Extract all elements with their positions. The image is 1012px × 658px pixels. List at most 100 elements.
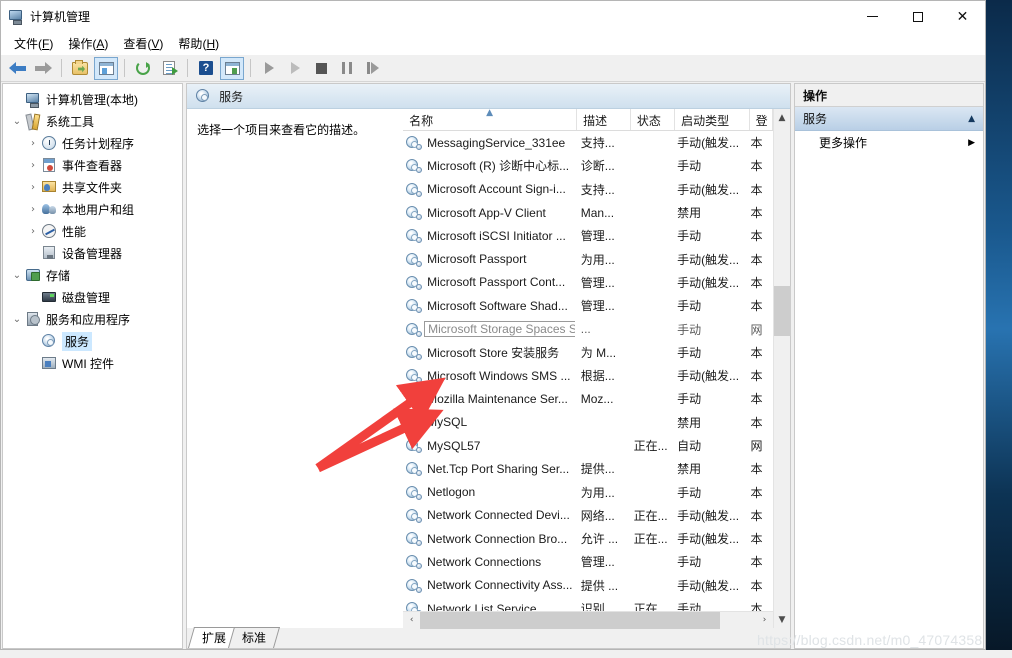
tree-item-8[interactable]: ⌄ 存储 — [3, 264, 182, 286]
refresh-button[interactable] — [131, 57, 155, 80]
chevron-right-icon[interactable]: › — [25, 204, 41, 215]
service-gear-icon — [406, 345, 423, 360]
table-row[interactable]: Network List Service 识别... 正在... 手动 本 — [403, 597, 773, 611]
up-folder-button[interactable] — [68, 57, 92, 80]
tree-item-3[interactable]: › 事件查看器 — [3, 154, 182, 176]
table-row[interactable]: Microsoft App-V Client Man... 禁用 本 — [403, 201, 773, 224]
menu-action[interactable]: 操作(A) — [62, 32, 117, 55]
scroll-right-arrow[interactable]: › — [756, 612, 773, 629]
chevron-down-icon[interactable]: ⌄ — [9, 314, 25, 325]
table-row[interactable]: Microsoft iSCSI Initiator ... 管理... 手动 本 — [403, 224, 773, 247]
export-list-button[interactable] — [157, 57, 181, 80]
tree-item-7[interactable]: 设备管理器 — [3, 242, 182, 264]
maximize-button[interactable] — [895, 1, 940, 32]
table-row[interactable]: Mozilla Maintenance Ser... Moz... 手动 本 — [403, 387, 773, 410]
stop-service-button[interactable] — [309, 57, 333, 80]
tree-item-0[interactable]: 计算机管理(本地) — [3, 88, 182, 110]
table-row[interactable]: Netlogon 为用... 手动 本 — [403, 480, 773, 503]
table-row[interactable]: Microsoft Account Sign-i... 支持... 手动(触发...… — [403, 178, 773, 201]
minimize-button[interactable] — [850, 1, 895, 32]
table-row[interactable]: Network Connection Bro... 允许 ... 正在... 手动(触… — [403, 527, 773, 550]
horizontal-scrollbar[interactable]: ‹ › — [403, 611, 773, 629]
table-row[interactable]: Microsoft Passport Cont... 管理... 手动(触发... 本 — [403, 271, 773, 294]
menu-file[interactable]: 文件(F) — [8, 32, 62, 55]
start-service-button[interactable] — [257, 57, 281, 80]
cell-startup-type: 手动(触发... — [677, 369, 740, 384]
chevron-down-icon[interactable]: ⌄ — [9, 116, 25, 127]
vertical-scroll-track[interactable] — [773, 126, 791, 611]
horizontal-scroll-thumb[interactable] — [420, 611, 721, 629]
show-hide-console-tree-button[interactable] — [94, 56, 118, 80]
table-row[interactable]: Network Connections 管理... 手动 本 — [403, 550, 773, 573]
actions-group-label: 服务 — [803, 112, 828, 126]
tree-item-9[interactable]: 磁盘管理 — [3, 286, 182, 308]
pause-service-button[interactable] — [335, 57, 359, 80]
forward-button[interactable] — [31, 57, 55, 80]
table-row[interactable]: Microsoft Windows SMS ... 根据... 手动(触发... 本 — [403, 364, 773, 387]
tree-item-2[interactable]: › 任务计划程序 — [3, 132, 182, 154]
cell-startup-type: 手动(触发... — [677, 252, 740, 267]
chevron-right-icon[interactable]: › — [25, 160, 41, 171]
actions-group-services[interactable]: 服务 ▲ — [795, 107, 983, 131]
back-button[interactable] — [5, 57, 29, 80]
table-row[interactable]: Network Connected Devi... 网络... 正在... 手动(触发… — [403, 504, 773, 527]
table-row[interactable]: Net.Tcp Port Sharing Ser... 提供... 禁用 本 — [403, 457, 773, 480]
chevron-right-icon[interactable]: › — [25, 226, 41, 237]
tree-item-6[interactable]: › 性能 — [3, 220, 182, 242]
table-row[interactable]: MessagingService_331ee 支持... 手动(触发... 本 — [403, 131, 773, 154]
horizontal-scroll-track[interactable] — [420, 611, 756, 629]
cell-description: 识别... — [580, 602, 615, 611]
chevron-right-icon[interactable]: › — [25, 182, 41, 193]
service-gear-icon — [406, 205, 423, 221]
close-button[interactable]: ✕ — [940, 1, 985, 32]
chevron-down-icon[interactable]: ⌄ — [9, 270, 25, 281]
status-strip — [0, 650, 1012, 658]
action-more-actions[interactable]: 更多操作 ▶ — [795, 131, 983, 154]
tab-standard[interactable]: 标准 — [228, 627, 281, 648]
tree-item-12[interactable]: WMI 控件 — [3, 352, 182, 374]
menu-help[interactable]: 帮助(H) — [172, 32, 228, 55]
service-name: Microsoft iSCSI Initiator ... — [427, 228, 566, 243]
scroll-up-arrow[interactable]: ▲ — [774, 109, 791, 126]
table-row[interactable]: MySQL 禁用 本 — [403, 411, 773, 434]
column-header-description[interactable]: 描述 — [577, 109, 631, 130]
table-row[interactable]: MySQL57 正在... 自动 网 — [403, 434, 773, 457]
tree-item-5[interactable]: › 本地用户和组 — [3, 198, 182, 220]
menu-view[interactable]: 查看(V) — [117, 32, 172, 55]
column-header-logon[interactable]: 登 — [750, 109, 773, 130]
system-tools-icon — [25, 113, 42, 129]
table-row[interactable]: Microsoft (R) 诊断中心标... 诊断... 手动 本 — [403, 154, 773, 177]
table-row[interactable]: Microsoft Passport 为用... 手动(触发... 本 — [403, 247, 773, 270]
chevron-up-icon[interactable]: ▲ — [968, 114, 975, 124]
tree-item-1[interactable]: ⌄ 系统工具 — [3, 110, 182, 132]
scroll-down-arrow[interactable]: ▼ — [774, 611, 791, 628]
scroll-left-arrow[interactable]: ‹ — [403, 612, 420, 629]
vertical-scroll-thumb[interactable] — [773, 286, 791, 336]
tree-item-10[interactable]: ⌄ 服务和应用程序 — [3, 308, 182, 330]
show-action-pane-button[interactable] — [220, 56, 244, 80]
toolbar: ? — [1, 55, 985, 82]
table-row[interactable]: Microsoft Store 安装服务 为 M... 手动 本 — [403, 341, 773, 364]
vertical-scrollbar[interactable]: ▲ ▼ — [773, 109, 791, 628]
chevron-right-icon[interactable]: › — [25, 138, 41, 149]
cell-startup-type: 手动 — [677, 159, 702, 174]
cell-name: Network Connections — [403, 554, 575, 570]
column-header-startup[interactable]: 启动类型 — [675, 109, 750, 130]
table-row[interactable]: Microsoft Storage Spaces SMP... 手动 网 — [403, 317, 773, 340]
help-button[interactable]: ? — [194, 57, 218, 80]
tree-item-11[interactable]: 服务 — [3, 330, 182, 352]
restart-service-button[interactable] — [361, 57, 385, 80]
service-name: Microsoft Store 安装服务 — [427, 345, 560, 360]
column-header-status[interactable]: 状态 — [631, 109, 676, 130]
cell-startup-type: 手动 — [677, 322, 702, 337]
computer-management-icon — [8, 9, 24, 25]
column-header-label: 登 — [755, 114, 768, 128]
column-header-name[interactable]: 名称 ▲ — [403, 109, 578, 130]
cell-status: 正在... — [633, 439, 668, 453]
table-row[interactable]: Network Connectivity Ass... 提供 ... 手动(触发..… — [403, 574, 773, 597]
table-row[interactable]: Microsoft Software Shad... 管理... 手动 本 — [403, 294, 773, 317]
tree-item-4[interactable]: › 共享文件夹 — [3, 176, 182, 198]
column-header-label: 描述 — [583, 114, 608, 128]
start-all-button[interactable] — [283, 57, 307, 80]
services-view-tabs: 扩展 标准 — [187, 627, 790, 648]
